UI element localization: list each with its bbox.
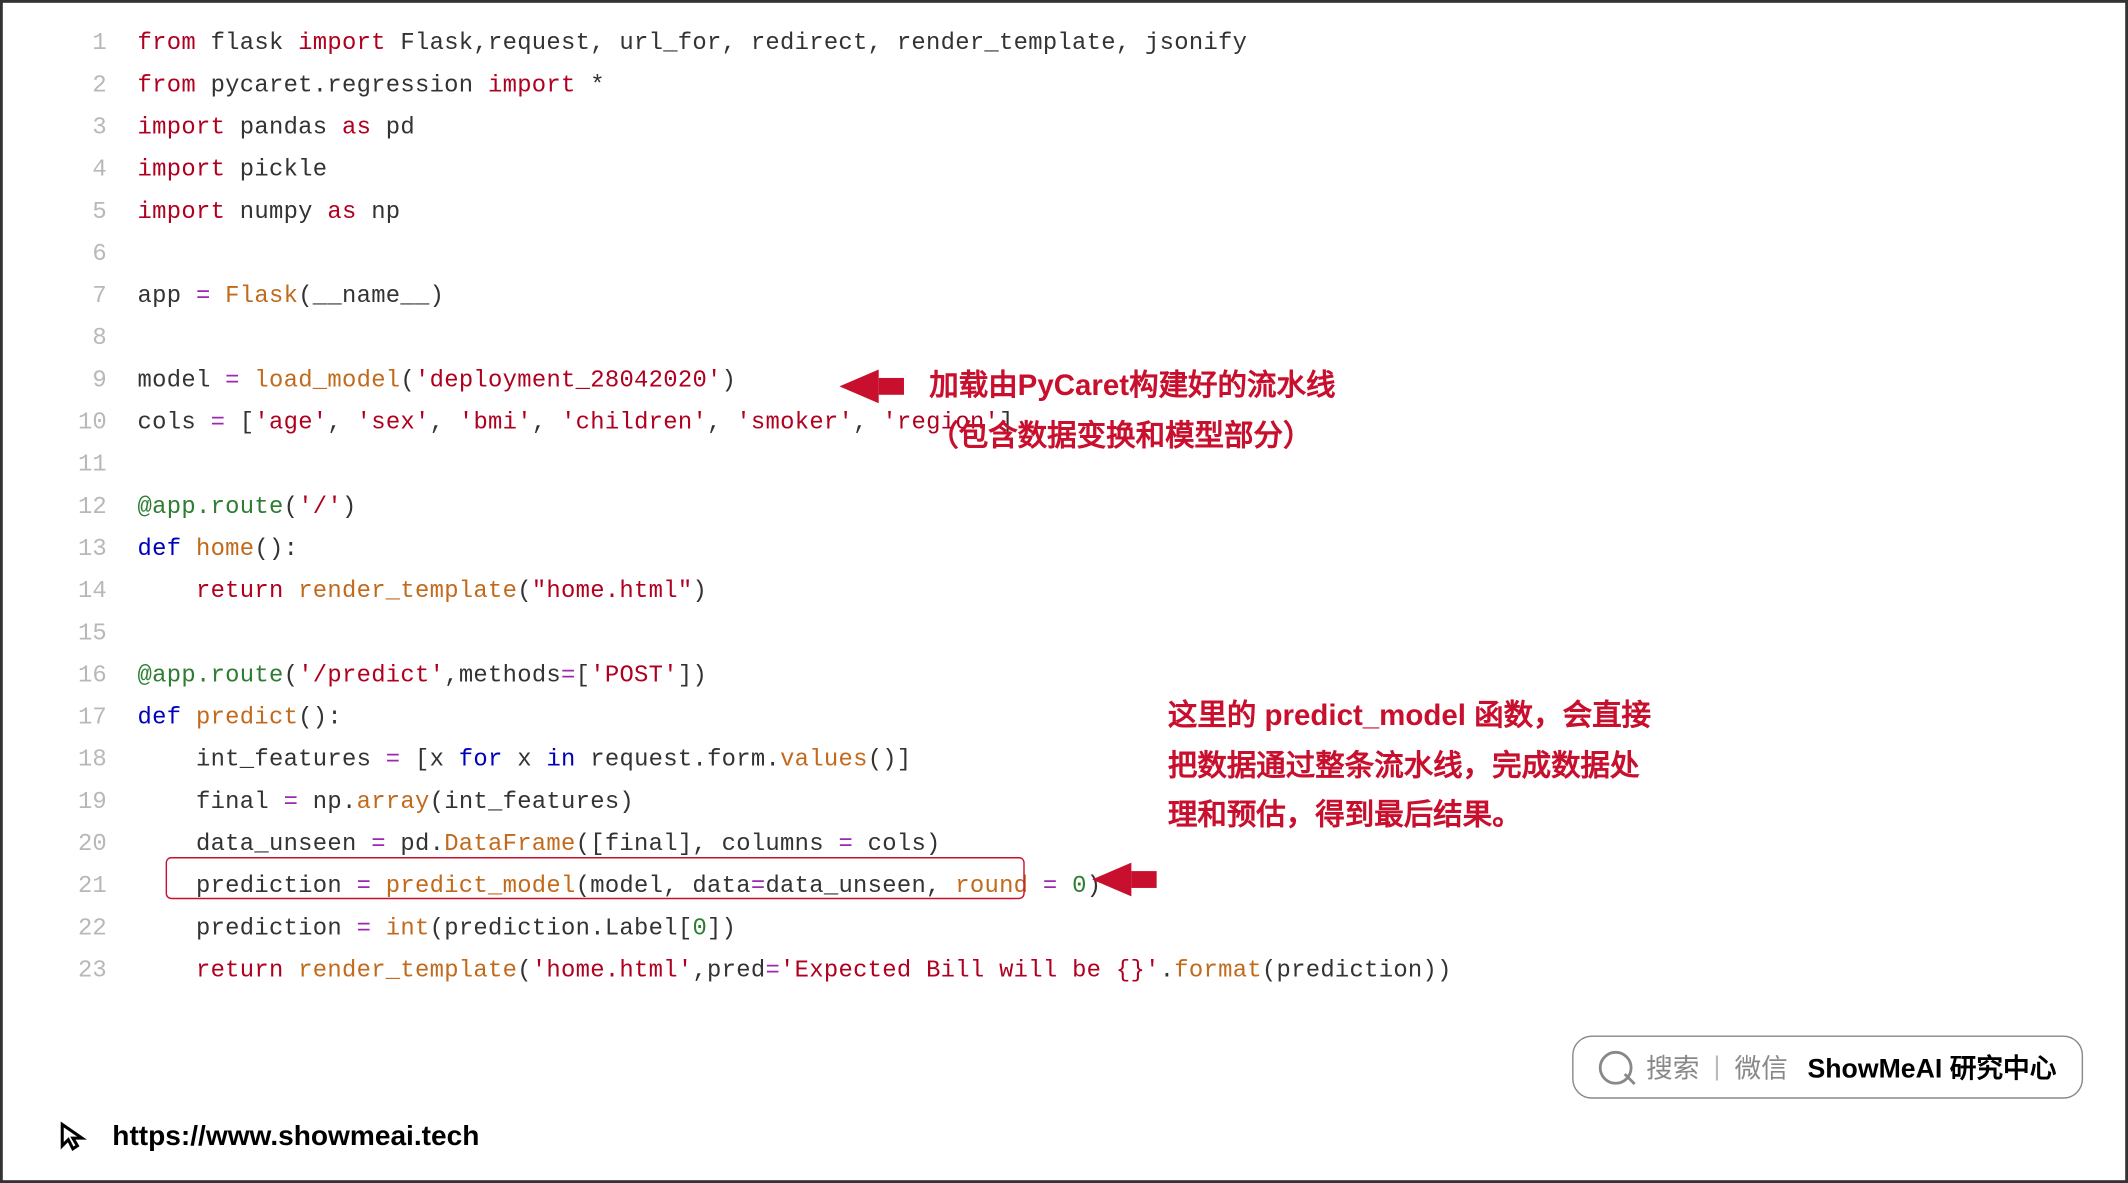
- annotation-text: （包含数据变换和模型部分）: [929, 411, 1335, 461]
- line-number: 22: [36, 915, 137, 942]
- line-number: 19: [36, 789, 137, 816]
- code-content: from flask import Flask,request, url_for…: [138, 30, 1248, 57]
- search-icon: [1598, 1050, 1632, 1084]
- code-content: prediction = predict_model(model, data=d…: [138, 873, 1102, 900]
- code-line: 3import pandas as pd: [36, 107, 2091, 149]
- code-line: 14 return render_template("home.html"): [36, 570, 2091, 612]
- code-content: def predict():: [138, 705, 342, 732]
- code-line: 15: [36, 613, 2091, 655]
- code-line: 17def predict():: [36, 697, 2091, 739]
- code-line: 7app = Flask(__name__): [36, 275, 2091, 317]
- code-content: @app.route('/predict',methods=['POST']): [138, 662, 708, 689]
- line-number: 7: [36, 283, 137, 310]
- line-number: 1: [36, 30, 137, 57]
- code-content: prediction = int(prediction.Label[0]): [138, 915, 737, 942]
- line-number: 3: [36, 115, 137, 142]
- code-content: from pycaret.regression import *: [138, 72, 605, 99]
- code-line: 20 data_unseen = pd.DataFrame([final], c…: [36, 823, 2091, 865]
- code-line: 4import pickle: [36, 149, 2091, 191]
- code-line: 21 prediction = predict_model(model, dat…: [36, 865, 2091, 907]
- footer-url: https://www.showmeai.tech: [112, 1120, 479, 1152]
- line-number: 5: [36, 199, 137, 226]
- line-number: 14: [36, 578, 137, 605]
- code-line: 18 int_features = [x for x in request.fo…: [36, 739, 2091, 781]
- line-number: 6: [36, 241, 137, 268]
- line-number: 23: [36, 957, 137, 984]
- line-number: 4: [36, 157, 137, 184]
- code-block: 1from flask import Flask,request, url_fo…: [36, 22, 2091, 991]
- brand-name: ShowMeAI 研究中心: [1807, 1048, 2056, 1086]
- code-content: model = load_model('deployment_28042020'…: [138, 367, 737, 394]
- annotation-predict-model: 这里的 predict_model 函数，会直接 把数据通过整条流水线，完成数据…: [1168, 691, 1651, 841]
- annotation-text: 理和预估，得到最后结果。: [1168, 792, 1651, 842]
- line-number: 11: [36, 452, 137, 479]
- code-line: 16@app.route('/predict',methods=['POST']…: [36, 655, 2091, 697]
- line-number: 16: [36, 662, 137, 689]
- line-number: 15: [36, 620, 137, 647]
- search-label: 搜索: [1646, 1048, 1699, 1086]
- divider: |: [1713, 1052, 1720, 1083]
- code-content: def home():: [138, 536, 299, 563]
- line-number: 13: [36, 536, 137, 563]
- code-line: 22 prediction = int(prediction.Label[0]): [36, 908, 2091, 950]
- code-content: import pandas as pd: [138, 115, 415, 142]
- line-number: 18: [36, 747, 137, 774]
- code-content: int_features = [x for x in request.form.…: [138, 747, 912, 774]
- annotation-load-model: 加载由PyCaret构建好的流水线 （包含数据变换和模型部分）: [929, 361, 1335, 461]
- code-content: return render_template("home.html"): [138, 578, 707, 605]
- code-content: data_unseen = pd.DataFrame([final], colu…: [138, 831, 941, 858]
- annotation-text: 这里的 predict_model 函数，会直接: [1168, 691, 1651, 741]
- search-badge: 搜索 | 微信 ShowMeAI 研究中心: [1572, 1035, 2083, 1098]
- code-line: 12@app.route('/'): [36, 486, 2091, 528]
- arrow-left-icon: [1092, 863, 1131, 897]
- code-line: 6: [36, 233, 2091, 275]
- line-number: 10: [36, 410, 137, 437]
- page-frame: 1from flask import Flask,request, url_fo…: [0, 0, 2128, 1183]
- code-line: 19 final = np.array(int_features): [36, 781, 2091, 823]
- footer: https://www.showmeai.tech: [56, 1118, 479, 1155]
- line-number: 12: [36, 494, 137, 521]
- line-number: 17: [36, 705, 137, 732]
- code-line: 1from flask import Flask,request, url_fo…: [36, 22, 2091, 64]
- code-line: 2from pycaret.regression import *: [36, 65, 2091, 107]
- line-number: 2: [36, 72, 137, 99]
- code-content: final = np.array(int_features): [138, 789, 634, 816]
- code-content: import numpy as np: [138, 199, 401, 226]
- code-line: 23 return render_template('home.html',pr…: [36, 950, 2091, 992]
- annotation-text: 把数据通过整条流水线，完成数据处: [1168, 741, 1651, 791]
- code-line: 8: [36, 318, 2091, 360]
- code-content: return render_template('home.html',pred=…: [138, 957, 1452, 984]
- code-content: @app.route('/'): [138, 494, 357, 521]
- code-content: cols = ['age', 'sex', 'bmi', 'children',…: [138, 410, 1014, 437]
- sub-label: 微信: [1734, 1048, 1787, 1086]
- annotation-text: 加载由PyCaret构建好的流水线: [929, 361, 1335, 411]
- code-content: import pickle: [138, 157, 328, 184]
- arrow-left-icon: [839, 370, 878, 404]
- code-line: 13def home():: [36, 528, 2091, 570]
- line-number: 21: [36, 873, 137, 900]
- cursor-icon: [56, 1118, 92, 1155]
- line-number: 20: [36, 831, 137, 858]
- line-number: 8: [36, 325, 137, 352]
- code-content: app = Flask(__name__): [138, 283, 445, 310]
- code-line: 5import numpy as np: [36, 191, 2091, 233]
- line-number: 9: [36, 367, 137, 394]
